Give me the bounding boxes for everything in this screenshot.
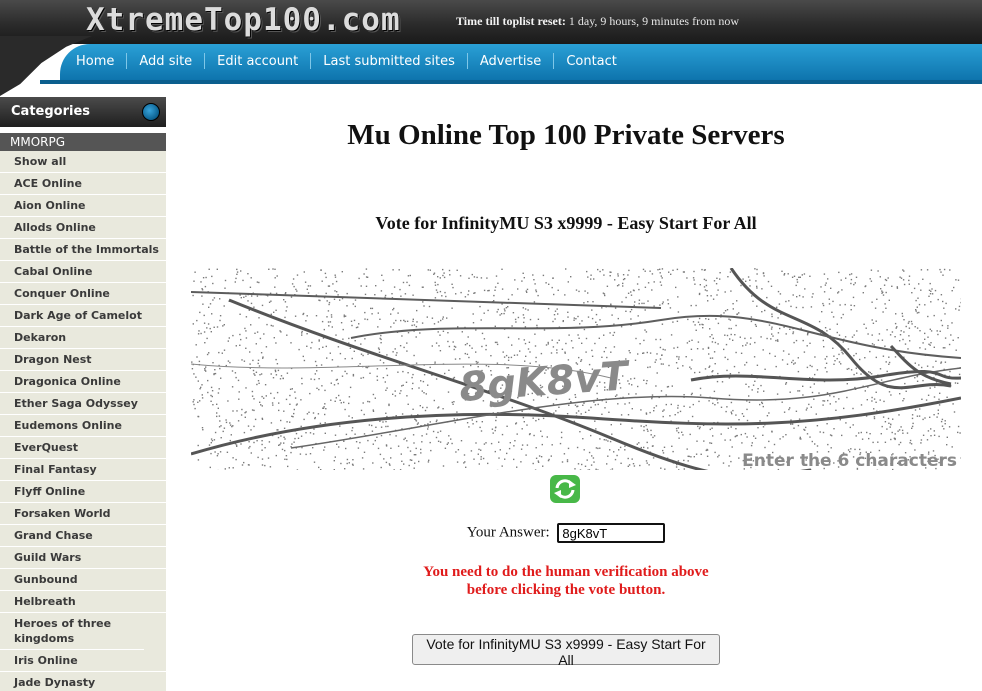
category-item[interactable]: Show all [0,151,166,173]
categories-header: Categories [0,97,166,127]
category-item[interactable]: Guild Wars [0,547,166,569]
category-item[interactable]: Dragon Nest [0,349,166,371]
site-header: XtremeTop100.com Time till toplist reset… [0,0,982,96]
page-title: Mu Online Top 100 Private Servers [347,119,785,151]
captcha-image: 8gK8vT Enter the 6 characters [191,268,961,470]
category-item[interactable]: Jade Dynasty [0,672,166,691]
category-item[interactable]: Gunbound [0,569,166,591]
category-sidebar: Categories MMORPG Show all ACE Online Ai… [0,97,166,691]
nav-add-site[interactable]: Add site [127,54,204,69]
category-item[interactable]: Forsaken World [0,503,166,525]
category-item[interactable]: Final Fantasy [0,459,166,481]
category-item[interactable]: Aion Online [0,195,166,217]
captcha-hint: Enter the 6 characters [742,451,957,470]
vote-heading: Vote for InfinityMU S3 x9999 - Easy Star… [375,213,757,233]
answer-input[interactable] [557,523,666,543]
vote-button[interactable]: Vote for InfinityMU S3 x9999 - Easy Star… [412,634,720,668]
category-item[interactable]: Allods Online [0,217,166,239]
nav-bar-underline [40,80,982,84]
category-item[interactable]: Grand Chase [0,525,166,547]
refresh-icon[interactable] [549,474,581,504]
category-group-mmorpg[interactable]: MMORPG [0,133,166,151]
category-item[interactable]: Iris Online [0,650,166,672]
category-item[interactable]: Ether Saga Odyssey [0,393,166,415]
nav-home[interactable]: Home [64,54,126,69]
category-item[interactable]: Flyff Online [0,481,166,503]
error-line-1: You need to do the human verification ab… [423,564,709,580]
reset-timer: Time till toplist reset: 1 day, 9 hours,… [456,14,739,29]
verification-error: You need to do the human verification ab… [166,563,966,599]
nav-contact[interactable]: Contact [554,54,629,69]
category-item[interactable]: Dark Age of Camelot [0,305,166,327]
category-item[interactable]: Dragonica Online [0,371,166,393]
answer-label: Your Answer: [466,524,550,541]
categories-title: Categories [11,104,91,119]
category-item[interactable]: Dekaron [0,327,166,349]
vote-panel: Mu Online Top 100 Private Servers Vote f… [166,96,982,691]
answer-row: Your Answer: [166,523,966,543]
category-list: Show all ACE Online Aion Online Allods O… [0,151,166,691]
nav-advertise[interactable]: Advertise [468,54,553,69]
category-item[interactable]: Battle of the Immortals [0,239,166,261]
main-nav: Home Add site Edit account Last submitte… [64,53,629,69]
category-item[interactable]: EverQuest [0,437,166,459]
category-orb-icon [142,103,160,121]
nav-edit-account[interactable]: Edit account [205,54,310,69]
category-item[interactable]: Cabal Online [0,261,166,283]
error-line-2: before clicking the vote button. [466,582,666,598]
nav-last-submitted[interactable]: Last submitted sites [311,54,467,69]
category-item[interactable]: Helbreath [0,591,166,613]
reset-label: Time till toplist reset: [456,14,566,28]
category-item[interactable]: ACE Online [0,173,166,195]
category-item[interactable]: Conquer Online [0,283,166,305]
site-logo[interactable]: XtremeTop100.com [86,2,401,38]
category-item[interactable]: Heroes of three kingdoms [0,613,144,650]
reset-value: 1 day, 9 hours, 9 minutes from now [568,14,740,28]
category-item[interactable]: Eudemons Online [0,415,166,437]
